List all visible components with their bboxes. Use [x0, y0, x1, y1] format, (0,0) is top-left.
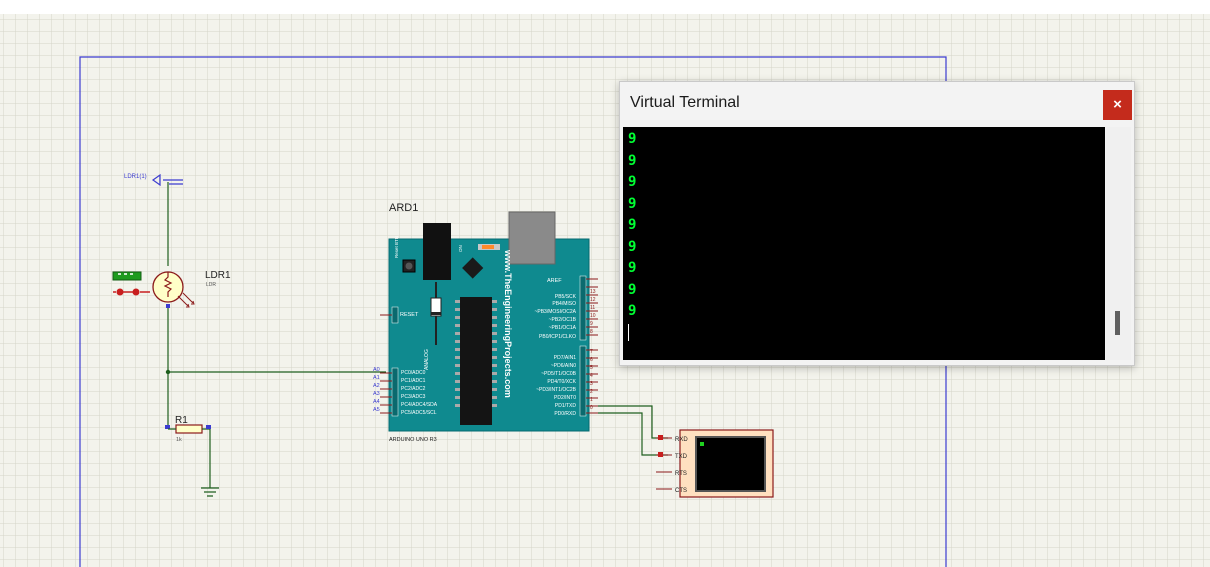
power-jack	[423, 223, 451, 280]
digital-pin-label: PB5/SCK	[555, 294, 577, 300]
window-title: Virtual Terminal	[630, 94, 740, 111]
digital-pin-label: PD7/AIN1	[554, 355, 576, 361]
digital-pin-label: ~PB1/OC1A	[549, 325, 577, 331]
digital-pin-label: ~PD6/AIN0	[551, 363, 576, 369]
ldr-terminal-label: LDR1(1)	[124, 174, 147, 180]
digital-pin-number: 13	[590, 289, 596, 295]
vt-pin-label: CTS	[675, 488, 687, 494]
resistor-value: 1k	[176, 437, 182, 443]
digital-pin-number: 7	[590, 349, 593, 355]
usb-connector	[508, 211, 556, 265]
digital-pin-number: 11	[590, 305, 595, 311]
text-cursor	[628, 324, 629, 341]
terminal-line: 9	[628, 217, 637, 233]
digital-pin-label: PD1/TXD	[555, 403, 577, 409]
terminal-line: 9	[628, 303, 637, 319]
resistor-ref: R1	[175, 415, 188, 426]
vt-component-screen	[695, 436, 766, 492]
digital-pin-number: 4	[590, 373, 593, 379]
ldr-ref: LDR1	[205, 270, 231, 281]
digital-pin-number: 9	[590, 321, 593, 327]
analog-label: ANALOG	[424, 349, 430, 370]
scrollbar-thumb[interactable]	[1115, 311, 1120, 335]
terminal-line: 9	[628, 281, 637, 298]
digital-pin-number: 5	[590, 365, 593, 371]
digital-pin-label: ~PD5/T1/OC0B	[541, 371, 577, 377]
vt-pin-label: RTS	[675, 471, 687, 477]
terminal-line: 9	[628, 174, 637, 190]
digital-pin-label: PB4/MISO	[552, 301, 576, 307]
analog-pin: A5	[373, 407, 380, 413]
digital-pin-number: 10	[590, 313, 596, 319]
reset-btn-label: Reset BTN	[394, 236, 399, 258]
virtual-terminal-window[interactable]: Virtual Terminal × 9 9 9 9 9 9 9 9 9	[619, 81, 1135, 366]
digital-pin-number: 12	[590, 297, 596, 303]
digital-pin-number: 6	[590, 357, 593, 363]
analog-pin-label: PC3/ADC3	[401, 394, 426, 400]
digital-pin-label: PD4/T0/XCK	[547, 379, 576, 385]
vt-pin-label: RXD	[675, 437, 688, 443]
terminal-line: 9	[628, 238, 637, 255]
atmega-chip	[460, 297, 492, 425]
terminal-output[interactable]: 9 9 9 9 9 9 9 9 9	[623, 127, 1105, 360]
board-ref: ARD1	[389, 202, 418, 214]
vertical-scrollbar[interactable]	[1106, 127, 1131, 360]
analog-pin: A3	[373, 391, 380, 397]
analog-pin: A4	[373, 399, 380, 405]
analog-pin: A0	[373, 367, 380, 373]
digital-pin-label: ~PD3/INT1/OC2B	[536, 387, 577, 393]
analog-pin-label: PC5/ADC5/SCL	[401, 410, 437, 416]
on-label: ON	[458, 245, 463, 252]
digital-pin-number: 0	[590, 405, 593, 411]
reset-label: RESET	[400, 312, 419, 318]
digital-pin-label: PD2/INT0	[554, 395, 576, 401]
close-button[interactable]: ×	[1103, 90, 1132, 120]
digital-pin-label: ~PB3/MOSI/OC2A	[534, 309, 576, 315]
board-name: ARDUINO UNO R3	[389, 437, 437, 443]
digital-pin-number: 3	[590, 381, 593, 387]
digital-pin-label: ~PB2/OC1B	[549, 317, 577, 323]
analog-pin-label: PC2/ADC2	[401, 386, 426, 392]
digital-pin-number: 8	[590, 329, 593, 335]
analog-pin-label: PC0/ADC0	[401, 370, 426, 376]
terminal-line: 9	[628, 195, 637, 212]
board-website: www.TheEngineeringProjects.com	[503, 249, 513, 398]
analog-pin: A1	[373, 375, 380, 381]
digital-pin-label: PB0/ICP1/CLKO	[539, 334, 576, 340]
aref-label: AREF	[547, 278, 562, 284]
vt-pin-label: TXD	[675, 454, 688, 460]
analog-pin-label: PC1/ADC1	[401, 378, 426, 384]
terminal-line: 9	[628, 131, 637, 147]
terminal-line: 9	[628, 152, 637, 169]
digital-pin-number: 2	[590, 389, 593, 395]
ldr-value: LDR	[206, 282, 216, 288]
digital-pin-label: PD0/RXD	[554, 411, 576, 417]
terminal-line: 9	[628, 260, 637, 276]
analog-pin-label: PC4/ADC4/SDA	[401, 402, 438, 408]
digital-pin-number: 1	[590, 397, 593, 403]
analog-pin: A2	[373, 383, 380, 389]
